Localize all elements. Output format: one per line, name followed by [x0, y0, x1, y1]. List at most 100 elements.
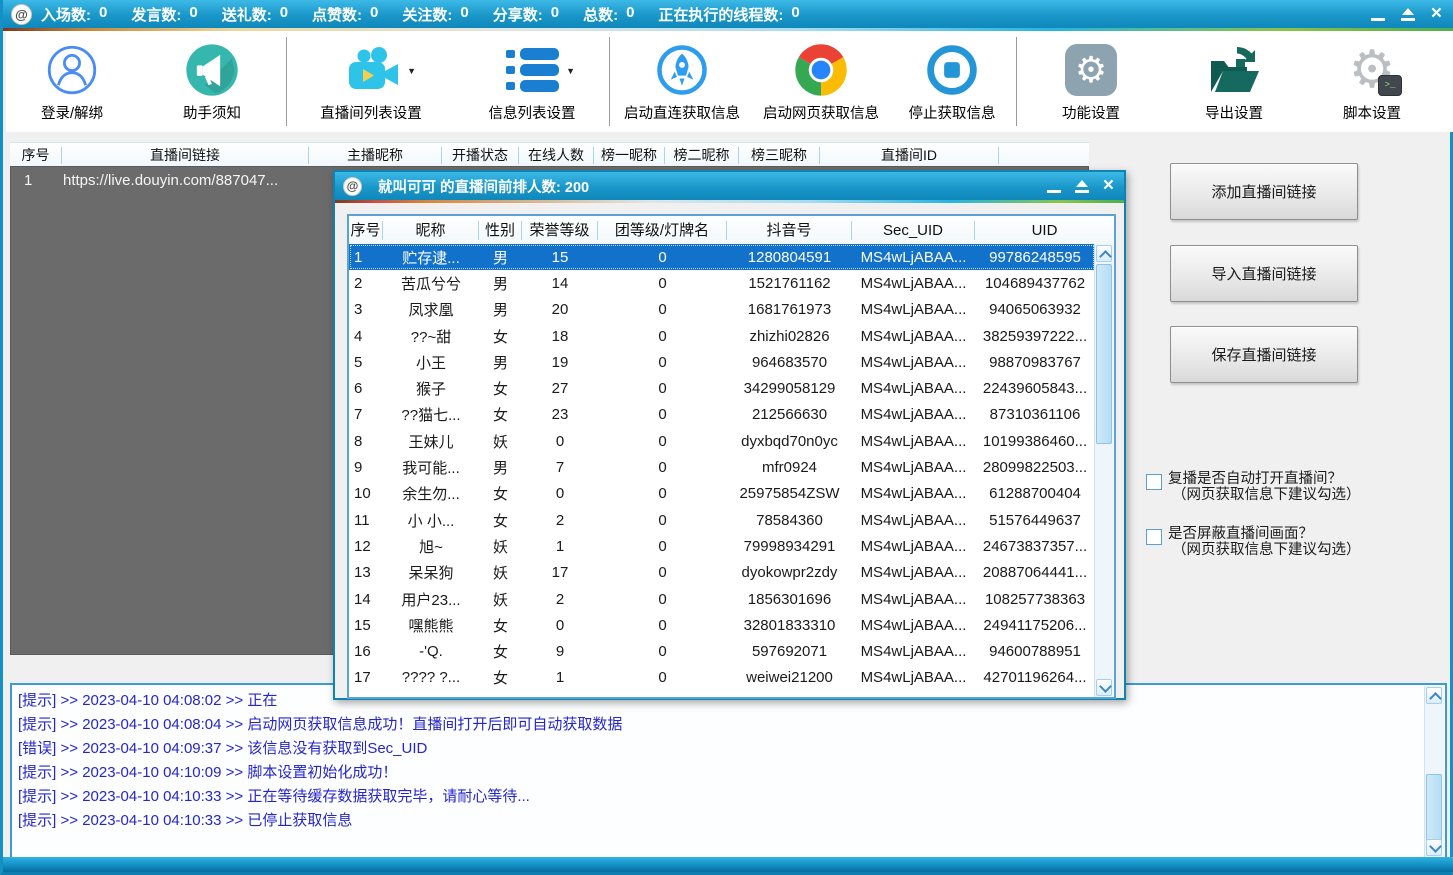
- checkbox-hide-room-screen[interactable]: 是否屏蔽直播间画面？（网页获取信息下建议勾选）: [1146, 526, 1361, 558]
- table-row[interactable]: 2苦瓜兮兮男1401521761162MS4wLjABAA...10468943…: [349, 270, 1095, 296]
- scroll-up-icon[interactable]: [1096, 245, 1112, 262]
- save-room-link-button[interactable]: 保存直播间链接: [1170, 326, 1358, 383]
- stat-label: 入场数:: [41, 4, 91, 25]
- dialog-close-button[interactable]: ×: [1103, 178, 1114, 194]
- dialog-window-controls: ×: [1047, 178, 1114, 194]
- scroll-down-icon[interactable]: [1096, 679, 1112, 696]
- checkbox-auto-open-room[interactable]: 复播是否自动打开直播间？（网页获取信息下建议勾选）: [1146, 471, 1361, 503]
- checkbox-label: 复播是否自动打开直播间？（网页获取信息下建议勾选）: [1168, 471, 1361, 503]
- table-row[interactable]: 16-'Q.女90597692071MS4wLjABAA...946007889…: [349, 638, 1095, 664]
- toolbar-item-label: 直播间列表设置: [320, 102, 422, 123]
- rocket-icon: [655, 40, 709, 100]
- viewer-cell: 女: [479, 510, 522, 531]
- viewer-cell: 苦瓜兮兮: [383, 273, 479, 294]
- table-row[interactable]: 13呆呆狗妖170dyokowpr2zdyMS4wLjABAA...208870…: [349, 560, 1095, 586]
- dialog-minimize-button[interactable]: [1047, 180, 1061, 193]
- import-room-link-button[interactable]: 导入直播间链接: [1170, 245, 1358, 302]
- viewer-table-scrollbar[interactable]: [1094, 244, 1114, 697]
- checkbox-label-line2: （网页获取信息下建议勾选）: [1168, 542, 1361, 558]
- viewer-cell: 4: [349, 328, 383, 345]
- table-row[interactable]: 4??~甜女180zhizhi02826MS4wLjABAA...3825939…: [349, 323, 1095, 349]
- table-row[interactable]: 12旭~妖1079998934291MS4wLjABAA...246738373…: [349, 533, 1095, 559]
- viewer-cell: 女: [479, 615, 522, 636]
- table-row[interactable]: 17???? ?...女10weiwei21200MS4wLjABAA...42…: [349, 665, 1095, 691]
- megaphone-icon: [184, 40, 240, 100]
- scroll-up-icon[interactable]: [1426, 687, 1442, 704]
- helper-notice-button[interactable]: 助手须知: [138, 31, 286, 132]
- start-web-fetch-button[interactable]: 启动网页获取信息: [754, 31, 888, 132]
- viewer-cell: 27: [522, 380, 598, 397]
- rooms-col-header-5: 榜一昵称: [594, 147, 665, 164]
- viewer-cell: 妖: [479, 589, 522, 610]
- chevron-down-icon[interactable]: ▼: [407, 66, 416, 76]
- table-row[interactable]: 11小 小...女2078584360MS4wLjABAA...51576449…: [349, 507, 1095, 533]
- viewer-cell: 0: [598, 485, 727, 502]
- stop-fetch-button[interactable]: 停止获取信息: [888, 31, 1016, 132]
- table-row[interactable]: 6猴子女27034299058129MS4wLjABAA...224396058…: [349, 375, 1095, 401]
- chevron-down-icon[interactable]: ▼: [566, 66, 575, 76]
- checkbox-icon[interactable]: [1146, 529, 1162, 545]
- table-row[interactable]: 8王妹儿妖00dyxbqd70n0ycMS4wLjABAA...10199386…: [349, 428, 1095, 454]
- add-room-link-button[interactable]: 添加直播间链接: [1170, 163, 1358, 220]
- viewer-cell: 0: [598, 380, 727, 397]
- viewer-cell: ??~甜: [383, 326, 479, 347]
- login-unbind-button[interactable]: 登录/解绑: [6, 31, 138, 132]
- stat-2: 送礼数:0: [222, 4, 288, 25]
- viewer-cell: 34299058129: [727, 380, 852, 397]
- viewer-cell: ...: [975, 696, 1095, 697]
- viewer-cell: 凤求凰: [383, 299, 479, 320]
- export-settings-button[interactable]: 导出设置: [1165, 31, 1303, 132]
- table-row[interactable]: 5小王男190964683570MS4wLjABAA...98870983767: [349, 349, 1095, 375]
- table-row[interactable]: 7??猫七...女230212566630MS4wLjABAA...873103…: [349, 402, 1095, 428]
- log-scrollbar[interactable]: [1424, 686, 1444, 857]
- list-icon: ▼: [505, 40, 559, 100]
- viewer-cell: MS4wLjABAA...: [852, 564, 975, 581]
- dialog-title: 就叫可可 的直播间前排人数: 200: [378, 176, 1047, 197]
- viewer-cell: 我可能...: [383, 457, 479, 478]
- checkbox-label: 是否屏蔽直播间画面？（网页获取信息下建议勾选）: [1168, 526, 1361, 558]
- viewer-cell: 9: [522, 643, 598, 660]
- dialog-accent-strip: [335, 200, 1124, 203]
- stat-7: 正在执行的线程数: 0: [658, 4, 799, 25]
- maximize-button[interactable]: [1401, 8, 1415, 21]
- table-row[interactable]: 1贮存逮...男1501280804591MS4wLjABAA...997862…: [349, 244, 1095, 270]
- viewer-cell: MS4wLjABAA...: [852, 354, 975, 371]
- stat-value: 0: [791, 4, 799, 25]
- viewer-cell: 2: [522, 591, 598, 608]
- dialog-maximize-button[interactable]: [1075, 180, 1089, 193]
- toolbar-item-label: 导出设置: [1205, 102, 1263, 123]
- table-row[interactable]: 3凤求凰男2001681761973MS4wLjABAA...940650639…: [349, 297, 1095, 323]
- viewer-cell: 964683570: [727, 354, 852, 371]
- checkbox-icon[interactable]: [1146, 474, 1162, 490]
- stat-label: 正在执行的线程数:: [658, 4, 783, 25]
- toolbar-item-label: 脚本设置: [1343, 102, 1401, 123]
- stat-label: 发言数:: [131, 4, 181, 25]
- viewer-col-header-4: 团等级/灯牌名: [598, 221, 727, 240]
- table-row[interactable]: 10余生勿...女0025975854ZSWMS4wLjABAA...61288…: [349, 481, 1095, 507]
- room-list-settings-button[interactable]: ▼ 直播间列表设置: [287, 31, 455, 132]
- table-row[interactable]: 15嘿熊熊女0032801833310MS4wLjABAA...24941175…: [349, 612, 1095, 638]
- viewer-cell: 24673837357...: [975, 538, 1095, 555]
- function-settings-button[interactable]: ⚙功能设置: [1017, 31, 1165, 132]
- table-row[interactable]: 14用户23...妖201856301696MS4wLjABAA...10825…: [349, 586, 1095, 612]
- start-direct-fetch-button[interactable]: 启动直连获取信息: [610, 31, 754, 132]
- viewer-cell: ...: [727, 696, 852, 697]
- minimize-button[interactable]: [1371, 8, 1385, 21]
- close-button[interactable]: ×: [1431, 6, 1442, 22]
- viewer-scroll-thumb[interactable]: [1096, 264, 1112, 444]
- script-settings-button[interactable]: ⚙>_脚本设置: [1303, 31, 1441, 132]
- scroll-down-icon[interactable]: [1426, 839, 1442, 856]
- table-row[interactable]: 9我可能...男70mfr0924MS4wLjABAA...2809982250…: [349, 454, 1095, 480]
- viewer-cell: 18: [349, 696, 383, 697]
- log-scroll-thumb[interactable]: [1426, 774, 1442, 844]
- table-row[interactable]: 18小溪...妖30...MS4wLjABAA......: [349, 691, 1095, 697]
- viewer-cell: 25975854ZSW: [727, 485, 852, 502]
- stat-value: 0: [370, 4, 378, 25]
- titlebar: @ 入场数:0发言数:0送礼数:0点赞数:0关注数:0分享数:0总数:0正在执行…: [3, 0, 1453, 28]
- viewer-cell: dyokowpr2zdy: [727, 564, 852, 581]
- rooms-col-header-3: 开播状态: [442, 147, 519, 164]
- dialog-app-icon: @: [343, 177, 362, 196]
- info-list-settings-button[interactable]: ▼信息列表设置: [455, 31, 609, 132]
- viewer-cell: 17: [522, 564, 598, 581]
- viewer-cell: 94065063932: [975, 301, 1095, 318]
